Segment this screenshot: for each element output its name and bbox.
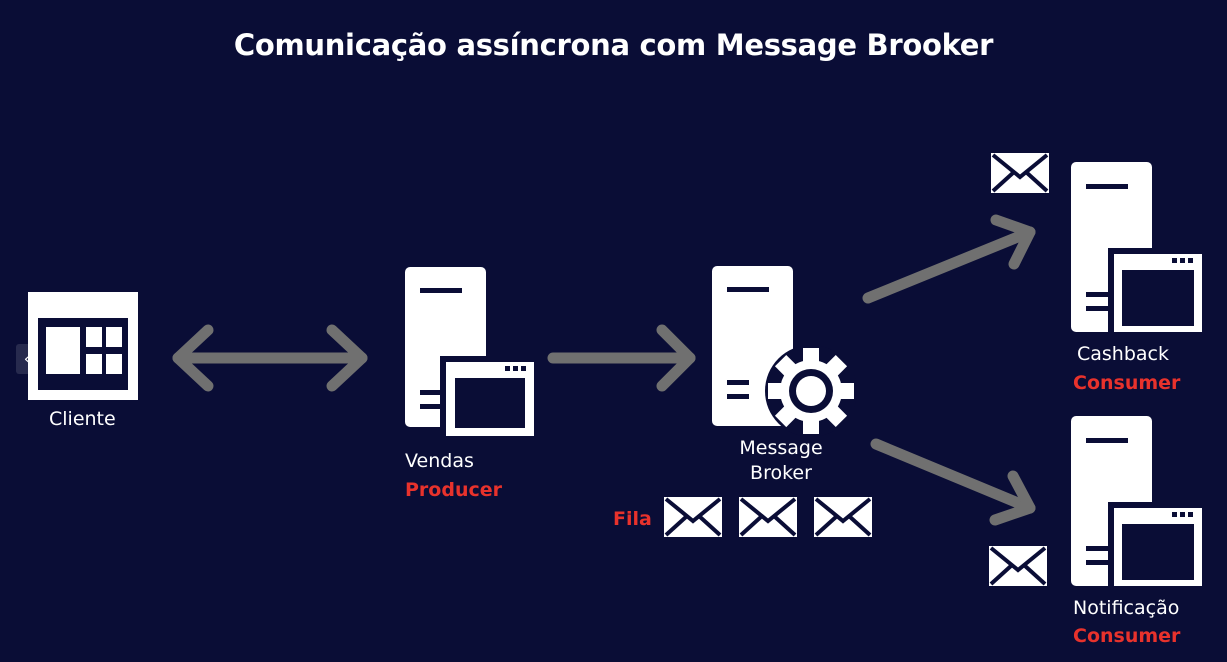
sales-role-label: Producer <box>405 479 502 501</box>
client-label: Cliente <box>49 408 116 430</box>
envelope-icon <box>989 151 1051 195</box>
notification-server-icon <box>1071 416 1208 588</box>
client-browser-icon <box>28 292 138 400</box>
envelope-icon <box>662 495 724 539</box>
broker-label-line2: Broker <box>750 462 812 484</box>
previous-slide-button[interactable]: ‹ <box>16 344 38 374</box>
broker-label-line1: Message <box>739 437 823 459</box>
cashback-label: Cashback <box>1077 343 1170 365</box>
sales-server-icon <box>405 267 540 440</box>
cashback-server-icon <box>1071 162 1208 334</box>
bidirectional-arrow <box>172 324 368 392</box>
sales-label: Vendas <box>405 450 474 472</box>
arrow-broker-to-cashback <box>862 214 1036 304</box>
arrow-sales-to-broker <box>547 324 696 392</box>
envelope-icon <box>737 495 799 539</box>
queue-label: Fila <box>613 508 652 530</box>
envelope-icon <box>812 495 874 539</box>
gear-icon <box>765 345 857 437</box>
envelope-icon <box>987 544 1049 588</box>
notification-role-label: Consumer <box>1073 625 1181 647</box>
notification-label: Notificação <box>1073 597 1180 619</box>
cashback-role-label: Consumer <box>1073 372 1181 394</box>
diagram-canvas <box>28 151 1208 588</box>
arrow-broker-to-notification <box>870 438 1036 526</box>
